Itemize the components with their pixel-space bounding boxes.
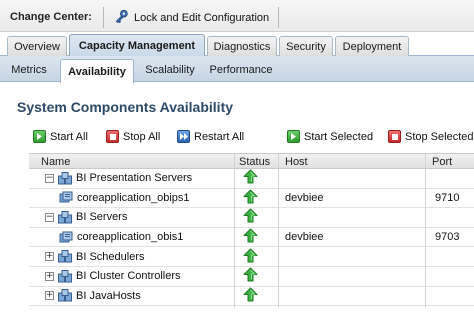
expand-icon[interactable]: + — [45, 291, 54, 301]
stop-selected-label: Stop Selected — [405, 130, 474, 143]
status-up-arrow-icon — [243, 208, 258, 226]
component-name: coreapplication_obips1 — [77, 191, 190, 204]
status-up-arrow-icon — [243, 228, 258, 246]
component-group-icon — [58, 289, 72, 302]
instance-icon — [59, 231, 73, 244]
component-name: BI Servers — [76, 211, 128, 224]
port-cell: 9703 — [435, 231, 460, 244]
status-up-arrow-icon — [243, 267, 258, 285]
components-table: Name Status Host Port − BI Presentation S… — [29, 153, 474, 308]
lock-and-edit-button[interactable]: Lock and Edit Configuration — [114, 9, 269, 27]
table-row-group[interactable]: − BI Servers — [29, 208, 474, 228]
status-up-arrow-icon — [243, 189, 258, 207]
start-selected-button[interactable]: Start Selected — [287, 130, 373, 143]
port-cell: 9710 — [435, 191, 460, 204]
column-header-name[interactable]: Name — [41, 156, 70, 168]
change-center-title: Change Center: — [10, 11, 92, 23]
components-toolbar: Start All Stop All Restart All Start Sel… — [29, 128, 474, 150]
key-icon — [114, 9, 129, 27]
component-group-icon — [58, 171, 72, 185]
tab-overview[interactable]: Overview — [7, 36, 67, 56]
component-group-icon — [58, 250, 72, 263]
name-cell: − BI Presentation Servers — [45, 169, 192, 188]
table-body: − BI Presentation Servers coreapplication_… — [29, 169, 474, 307]
start-all-button[interactable]: Start All — [33, 130, 88, 143]
table-row-instance[interactable]: coreapplication_obips1 devbiee 9710 — [29, 189, 474, 209]
column-divider — [278, 153, 279, 308]
status-cell — [243, 267, 258, 286]
host-cell: devbiee — [285, 231, 324, 244]
table-row-instance[interactable]: coreapplication_obis1 devbiee 9703 — [29, 228, 474, 248]
divider — [103, 7, 104, 28]
stop-icon — [106, 130, 119, 143]
table-header: Name Status Host Port — [29, 153, 474, 169]
change-center-bar: Change Center: Lock and Edit Configurati… — [0, 0, 474, 32]
start-icon — [287, 130, 300, 143]
name-cell: − BI Servers — [45, 208, 127, 227]
tab-deployment[interactable]: Deployment — [335, 36, 409, 56]
name-cell: coreapplication_obips1 — [59, 189, 190, 208]
tab-capacity-management[interactable]: Capacity Management — [69, 34, 205, 57]
instance-icon — [59, 191, 73, 204]
component-name: BI JavaHosts — [76, 289, 141, 302]
status-cell — [243, 228, 258, 247]
table-row-group[interactable]: + BI JavaHosts — [29, 287, 474, 307]
component-group-icon — [58, 269, 72, 283]
sub-tab-bar: Metrics Availability Scalability Perform… — [0, 56, 474, 83]
name-cell: coreapplication_obis1 — [59, 228, 183, 247]
tab-security[interactable]: Security — [279, 36, 333, 56]
component-name: coreapplication_obis1 — [77, 231, 184, 244]
column-divider — [425, 153, 426, 308]
expand-icon[interactable]: + — [45, 271, 54, 281]
expand-icon[interactable]: + — [45, 252, 54, 262]
status-up-arrow-icon — [243, 287, 258, 305]
start-all-label: Start All — [50, 130, 88, 143]
column-header-host[interactable]: Host — [285, 156, 308, 168]
start-selected-label: Start Selected — [304, 130, 374, 143]
component-name: BI Cluster Controllers — [76, 270, 181, 283]
status-cell — [243, 287, 258, 306]
component-name: BI Schedulers — [76, 250, 145, 263]
restart-all-label: Restart All — [194, 130, 245, 143]
section-title: System Components Availability — [17, 99, 234, 115]
restart-all-button[interactable]: Restart All — [177, 130, 244, 143]
status-up-arrow-icon — [243, 248, 258, 266]
divider — [278, 7, 279, 28]
column-header-status[interactable]: Status — [239, 156, 270, 168]
status-cell — [243, 208, 258, 227]
stop-all-button[interactable]: Stop All — [106, 130, 160, 143]
column-header-port[interactable]: Port — [432, 156, 452, 168]
component-name: BI Presentation Servers — [76, 172, 193, 185]
component-group-icon — [58, 210, 72, 224]
table-row-group[interactable]: + BI Cluster Controllers — [29, 267, 474, 287]
stop-all-label: Stop All — [123, 130, 161, 143]
name-cell: + BI Schedulers — [45, 247, 144, 266]
lock-and-edit-label: Lock and Edit Configuration — [134, 12, 270, 24]
stop-icon — [388, 130, 401, 143]
collapse-icon[interactable]: − — [45, 212, 54, 222]
tab-diagnostics[interactable]: Diagnostics — [207, 36, 277, 56]
subtab-scalability[interactable]: Scalability — [140, 59, 200, 81]
column-divider — [234, 153, 235, 308]
host-cell: devbiee — [285, 191, 324, 204]
start-icon — [33, 130, 46, 143]
subtab-availability[interactable]: Availability — [60, 59, 134, 83]
status-cell — [243, 247, 258, 266]
collapse-icon[interactable]: − — [45, 173, 54, 183]
status-cell — [243, 169, 258, 188]
name-cell: + BI JavaHosts — [45, 287, 141, 306]
restart-icon — [177, 130, 190, 143]
table-row-group[interactable]: − BI Presentation Servers — [29, 169, 474, 189]
subtab-performance[interactable]: Performance — [206, 59, 276, 81]
subtab-metrics[interactable]: Metrics — [4, 59, 54, 81]
stop-selected-button[interactable]: Stop Selected — [388, 130, 474, 143]
table-row-group[interactable]: + BI Schedulers — [29, 247, 474, 267]
status-cell — [243, 189, 258, 208]
name-cell: + BI Cluster Controllers — [45, 267, 181, 286]
main-tab-bar: Overview Capacity Management Diagnostics… — [0, 32, 474, 57]
status-up-arrow-icon — [243, 169, 258, 187]
